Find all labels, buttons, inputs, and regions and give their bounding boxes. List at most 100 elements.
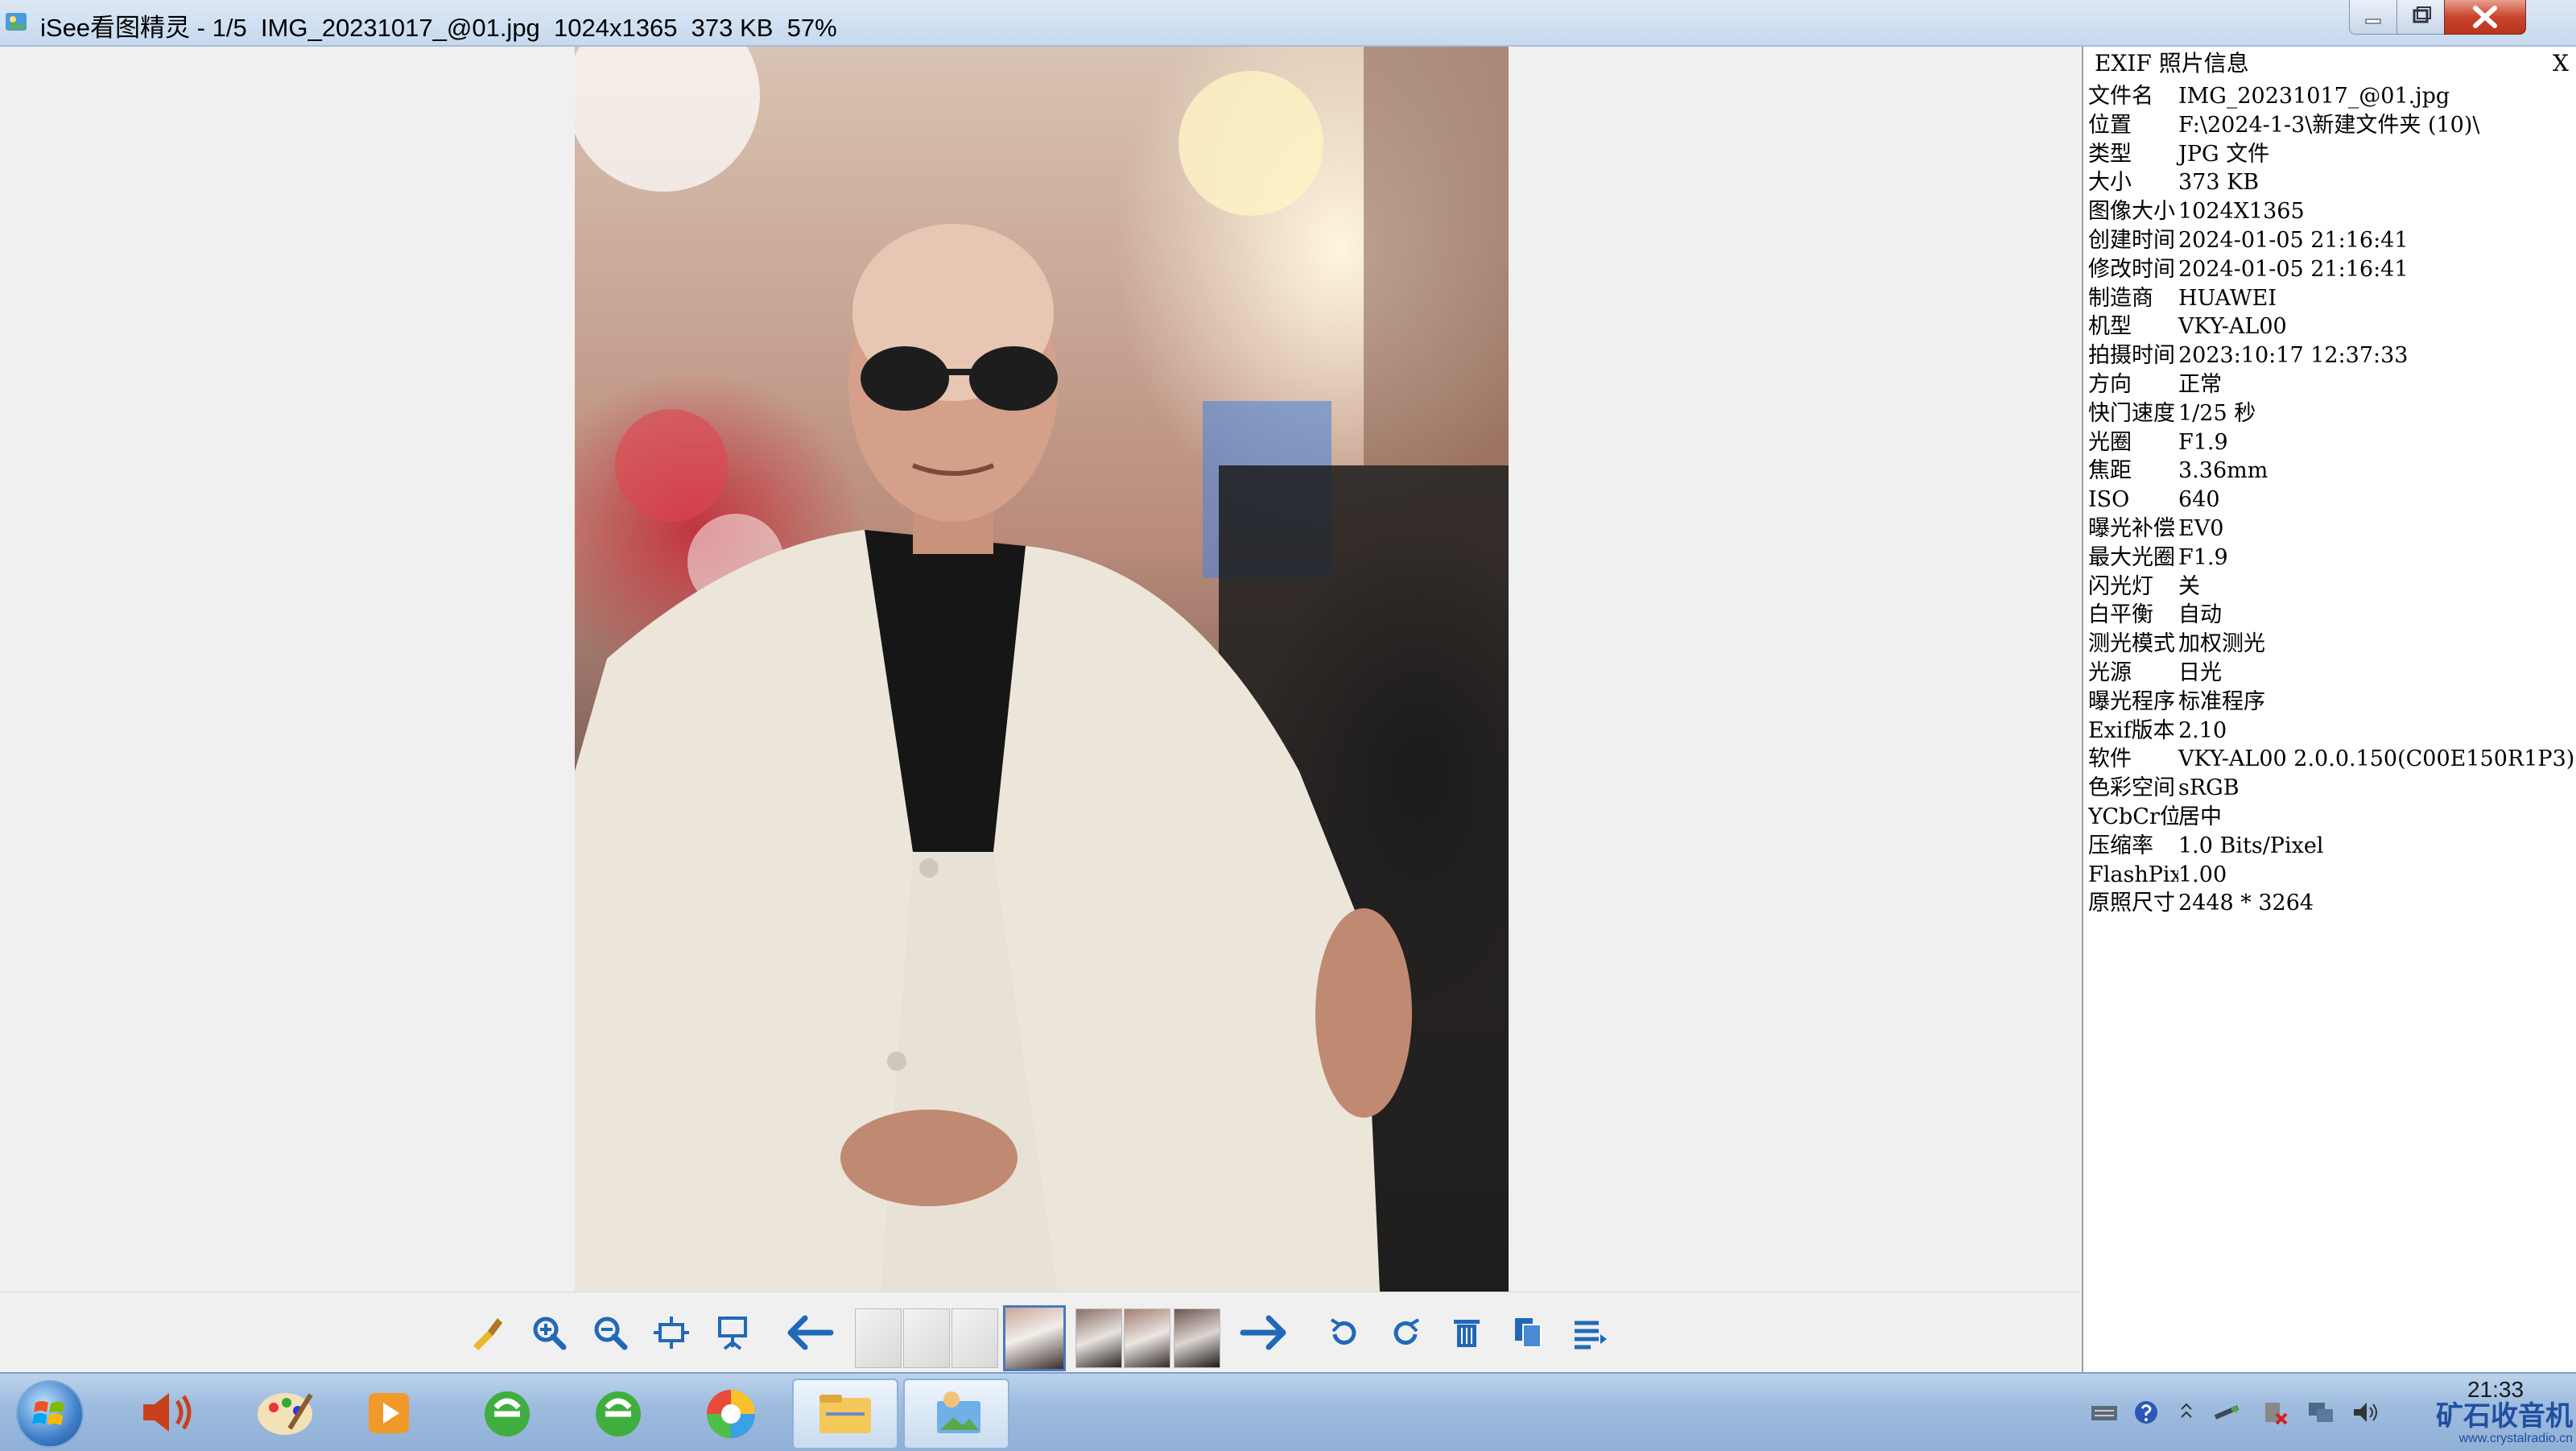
copy-icon[interactable] bbox=[1505, 1310, 1550, 1355]
photo-display[interactable] bbox=[575, 47, 1509, 1292]
exif-value: 2024-01-05 21:16:41 bbox=[2178, 256, 2409, 282]
exif-value: VKY-AL00 bbox=[2178, 314, 2287, 340]
exif-key: 曝光补偿 bbox=[2088, 515, 2175, 541]
exif-key: 曝光程序 bbox=[2088, 688, 2175, 714]
exif-info-panel: EXIF 照片信息 X 文件名 IMG_20231017_@01.jpg 位置 F:\… bbox=[2082, 47, 2576, 1372]
slideshow-icon[interactable] bbox=[710, 1310, 755, 1355]
photo-portrait-illustration bbox=[575, 47, 1509, 1292]
exif-value: 1.00 bbox=[2178, 862, 2227, 887]
menu-icon[interactable] bbox=[1567, 1310, 1612, 1355]
zoom-out-icon[interactable] bbox=[588, 1310, 633, 1355]
exif-value: 3.36mm bbox=[2178, 458, 2268, 484]
exif-row: 光源 日光 bbox=[2088, 659, 2574, 688]
exif-key: 机型 bbox=[2088, 314, 2132, 340]
taskbar-ie-browser-app-1[interactable] bbox=[456, 1379, 559, 1446]
exif-key: 快门速度 bbox=[2088, 400, 2175, 426]
exif-value: 2.10 bbox=[2178, 717, 2227, 743]
exif-row: 方向 正常 bbox=[2088, 370, 2574, 399]
usb-tray-icon[interactable] bbox=[2211, 1396, 2243, 1428]
exif-row: 原照尺寸 2448 * 3264 bbox=[2088, 889, 2574, 918]
taskbar-browser-app[interactable] bbox=[679, 1379, 782, 1446]
taskbar-ie-browser-app-2[interactable] bbox=[567, 1379, 670, 1446]
security-alert-tray-icon[interactable] bbox=[2259, 1396, 2291, 1428]
watermark-text: 矿石收音机 bbox=[2436, 1401, 2573, 1432]
prev-arrow-icon[interactable] bbox=[781, 1310, 839, 1355]
taskbar-clock[interactable]: 21:33 bbox=[2447, 1377, 2544, 1403]
exif-row: 制造商 HUAWEI bbox=[2088, 284, 2574, 313]
thumbnail-3[interactable] bbox=[1124, 1308, 1170, 1368]
expand-tray-icon[interactable] bbox=[2170, 1396, 2202, 1428]
close-button[interactable] bbox=[2444, 0, 2526, 35]
exif-panel-header: EXIF 照片信息 X bbox=[2083, 47, 2576, 81]
exif-key: 白平衡 bbox=[2088, 602, 2153, 628]
image-viewer[interactable] bbox=[0, 47, 2080, 1292]
exif-key: 文件名 bbox=[2088, 84, 2153, 109]
exif-key: 原照尺寸 bbox=[2088, 891, 2175, 916]
thumbnail-placeholder-1[interactable] bbox=[855, 1308, 902, 1368]
exif-row: 最大光圈 F1.9 bbox=[2088, 544, 2574, 573]
exif-value: 加权测光 bbox=[2178, 631, 2265, 657]
thumbnail-2[interactable] bbox=[1075, 1308, 1122, 1368]
exif-value: 373 KB bbox=[2178, 170, 2260, 196]
exif-key: 软件 bbox=[2088, 746, 2132, 772]
exif-row: 图像大小 1024X1365 bbox=[2088, 197, 2574, 226]
thumbnail-placeholder-3[interactable] bbox=[952, 1308, 998, 1368]
exif-key: 大小 bbox=[2088, 170, 2132, 196]
next-arrow-icon[interactable] bbox=[1235, 1310, 1293, 1355]
start-button[interactable] bbox=[16, 1380, 84, 1448]
exif-key: YCbCr位置 bbox=[2088, 804, 2178, 829]
fit-window-icon[interactable] bbox=[649, 1310, 694, 1355]
exif-row: 测光模式 加权测光 bbox=[2088, 630, 2574, 659]
exif-value: JPG 文件 bbox=[2178, 141, 2270, 167]
exif-key: Exif版本 bbox=[2088, 717, 2175, 743]
window-title: iSee看图精灵 - 1/5 IMG_20231017_@01.jpg 1024… bbox=[40, 14, 837, 42]
title-bar: iSee看图精灵 - 1/5 IMG_20231017_@01.jpg 1024… bbox=[0, 0, 2576, 47]
network-tray-icon[interactable] bbox=[2304, 1396, 2336, 1428]
taskbar-explorer-app[interactable] bbox=[792, 1379, 898, 1449]
exif-value: 1.0 Bits/Pixel bbox=[2178, 833, 2324, 858]
exif-list: 文件名 IMG_20231017_@01.jpg 位置 F:\2024-1-3\新建文… bbox=[2088, 82, 2574, 918]
exif-key: 制造商 bbox=[2088, 285, 2153, 311]
rotate-right-icon[interactable] bbox=[1383, 1310, 1428, 1355]
exif-row: 快门速度 1/25 秒 bbox=[2088, 399, 2574, 428]
exif-key: 方向 bbox=[2088, 371, 2132, 397]
exif-row: 类型 JPG 文件 bbox=[2088, 140, 2574, 169]
thumbnail-placeholder-2[interactable] bbox=[903, 1308, 950, 1368]
exif-row: YCbCr位置居中 bbox=[2088, 803, 2574, 832]
thumbnail-current[interactable] bbox=[1003, 1305, 1066, 1371]
rotate-left-icon[interactable] bbox=[1322, 1310, 1367, 1355]
exif-key: 闪光灯 bbox=[2088, 573, 2153, 599]
exif-key: 图像大小 bbox=[2088, 199, 2175, 225]
zoom-in-icon[interactable] bbox=[526, 1310, 572, 1355]
maximize-button[interactable] bbox=[2396, 0, 2445, 35]
exif-value: IMG_20231017_@01.jpg bbox=[2178, 84, 2450, 109]
taskbar-media-player-app[interactable] bbox=[338, 1379, 441, 1446]
exif-value: 2023:10:17 12:37:33 bbox=[2178, 343, 2409, 369]
exif-row: 拍摄时间 2023:10:17 12:37:33 bbox=[2088, 341, 2574, 370]
exif-key: 修改时间 bbox=[2088, 256, 2175, 282]
taskbar-speaker-app[interactable] bbox=[121, 1379, 224, 1446]
exif-row: 创建时间 2024-01-05 21:16:41 bbox=[2088, 226, 2574, 255]
exif-value: 640 bbox=[2178, 487, 2220, 513]
delete-icon[interactable] bbox=[1444, 1310, 1489, 1355]
exif-key: FlashPix bbox=[2088, 862, 2178, 887]
help-tray-icon[interactable] bbox=[2130, 1396, 2162, 1428]
thumbnail-4[interactable] bbox=[1174, 1308, 1220, 1368]
exif-row: 焦距 3.36mm bbox=[2088, 457, 2574, 486]
volume-tray-icon[interactable] bbox=[2349, 1396, 2381, 1428]
exif-row: FlashPix1.00 bbox=[2088, 861, 2574, 890]
edit-brush-icon[interactable] bbox=[465, 1310, 510, 1355]
exif-row: Exif版本 2.10 bbox=[2088, 717, 2574, 746]
exif-row: 位置 F:\2024-1-3\新建文件夹 (10)\ bbox=[2088, 111, 2574, 140]
app-icon[interactable] bbox=[3, 8, 31, 35]
minimize-button[interactable] bbox=[2349, 0, 2397, 35]
keyboard-tray-icon[interactable] bbox=[2088, 1396, 2120, 1428]
exif-row: 机型 VKY-AL00 bbox=[2088, 312, 2574, 341]
exif-panel-close-button[interactable]: X bbox=[2549, 47, 2573, 81]
exif-key: 压缩率 bbox=[2088, 833, 2153, 858]
taskbar-paint-app[interactable] bbox=[233, 1379, 336, 1446]
exif-key: 位置 bbox=[2088, 112, 2132, 138]
taskbar-isee-viewer-app[interactable] bbox=[903, 1379, 1009, 1449]
exif-value: 居中 bbox=[2178, 804, 2222, 829]
exif-key: 类型 bbox=[2088, 141, 2132, 167]
